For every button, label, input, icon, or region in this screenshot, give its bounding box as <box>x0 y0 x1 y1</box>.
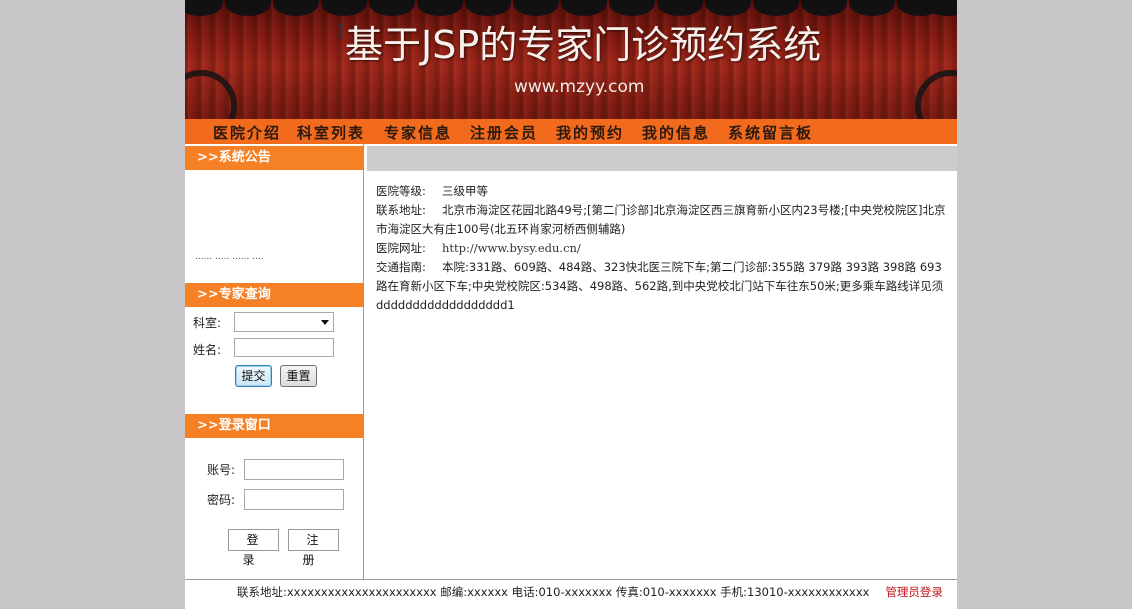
website-link[interactable]: http://www.bysy.edu.cn/ <box>442 241 581 255</box>
account-input[interactable] <box>244 459 344 480</box>
site-url: www.mzyy.com <box>514 77 645 97</box>
sidebar: >>系统公告 ...... ..... ...... .... >>专家查询 科… <box>185 144 364 579</box>
footer-text: 联系地址:xxxxxxxxxxxxxxxxxxxxxx 邮编:xxxxxx 电话… <box>237 584 943 600</box>
nav-item-register-member[interactable]: 注册会员 <box>470 122 538 143</box>
info-value: 北京市海淀区花园北路49号;[第二门诊部]北京海淀区西三旗育新小区内23号楼;[… <box>376 203 946 236</box>
hospital-info: 医院等级: 三级甲等 联系地址: 北京市海淀区花园北路49号;[第二门诊部]北京海淀… <box>376 182 948 315</box>
ornament-icon <box>915 70 957 119</box>
info-label: 联系地址: <box>376 203 426 217</box>
footer-contact: 联系地址:xxxxxxxxxxxxxxxxxxxxxx 邮编:xxxxxx 电话… <box>237 585 870 599</box>
notice-panel-title: >>系统公告 <box>197 150 271 165</box>
password-label: 密码: <box>207 493 236 507</box>
login-button[interactable]: 登录 <box>228 529 279 567</box>
password-input[interactable] <box>244 489 344 510</box>
main-nav: 医院介绍 科室列表 专家信息 注册会员 我的预约 我的信息 系统留言板 <box>185 119 957 144</box>
register-button[interactable]: 注册 <box>288 529 339 567</box>
login-panel-header: >>登录窗口 <box>185 414 363 438</box>
info-value: 三级甲等 <box>442 184 488 198</box>
nav-item-my-info[interactable]: 我的信息 <box>642 122 710 143</box>
info-label: 医院网址: <box>376 241 426 255</box>
info-row-transport: 交通指南: 本院:331路、609路、484路、323快北医三院下车;第二门诊部:… <box>376 258 948 315</box>
nav-item-hospital-intro[interactable]: 医院介绍 <box>213 122 281 143</box>
text-cursor-icon <box>338 24 344 38</box>
notice-panel-header: >>系统公告 <box>185 146 363 170</box>
info-label: 交通指南: <box>376 260 426 274</box>
header-banner: 基于JSP的专家门诊预约系统 www.mzyy.com <box>185 0 957 119</box>
nav-item-department-list[interactable]: 科室列表 <box>297 122 365 143</box>
chevron-down-icon <box>321 320 329 325</box>
nav-item-my-appointments[interactable]: 我的预约 <box>556 122 624 143</box>
submit-button[interactable]: 提交 <box>235 365 272 387</box>
site-title: 基于JSP的专家门诊预约系统 <box>345 23 822 67</box>
expert-search-title: >>专家查询 <box>197 287 271 302</box>
nav-item-message-board[interactable]: 系统留言板 <box>728 122 813 143</box>
ornament-icon <box>185 70 237 119</box>
page: 基于JSP的专家门诊预约系统 www.mzyy.com 医院介绍 科室列表 专家… <box>185 0 957 609</box>
nav-item-expert-info[interactable]: 专家信息 <box>384 122 452 143</box>
expert-search-header: >>专家查询 <box>185 283 363 307</box>
account-label: 账号: <box>207 463 236 477</box>
notice-marquee: ...... ..... ...... .... <box>195 254 264 260</box>
reset-button[interactable]: 重置 <box>280 365 317 387</box>
expert-name-input[interactable] <box>234 338 334 357</box>
info-value: 本院:331路、609路、484路、323快北医三院下车;第二门诊部:355路 … <box>376 260 944 312</box>
info-row-level: 医院等级: 三级甲等 <box>376 182 948 201</box>
admin-login-link[interactable]: 管理员登录 <box>885 585 943 599</box>
department-label: 科室: <box>193 316 222 330</box>
content-header-bar <box>367 146 957 171</box>
department-select[interactable] <box>234 312 334 332</box>
login-panel-title: >>登录窗口 <box>197 418 271 433</box>
info-row-website: 医院网址: http://www.bysy.edu.cn/ <box>376 239 948 258</box>
info-row-address: 联系地址: 北京市海淀区花园北路49号;[第二门诊部]北京海淀区西三旗育新小区内2… <box>376 201 948 239</box>
name-label: 姓名: <box>193 343 222 357</box>
footer: 联系地址:xxxxxxxxxxxxxxxxxxxxxx 邮编:xxxxxx 电话… <box>185 579 957 604</box>
info-label: 医院等级: <box>376 184 426 198</box>
